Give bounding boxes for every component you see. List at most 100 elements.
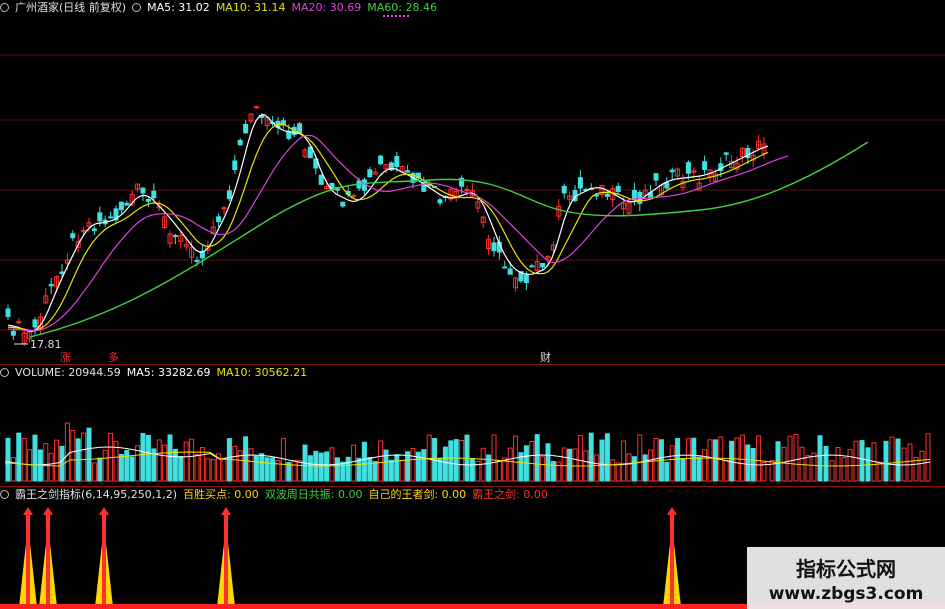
candle-body <box>340 201 346 207</box>
indicator-f2: 双波周日共振: 0.00 <box>264 488 363 501</box>
low-price-label: 17.81 <box>30 338 62 351</box>
vol-ma10-value: MA10: 30562.21 <box>216 366 308 379</box>
price-info-bar: 广州酒家(日线 前复权) MA5: 31.02 MA10: 31.14 MA20: 3… <box>0 1 443 15</box>
volume-bar <box>594 454 600 482</box>
candle-body <box>464 188 470 191</box>
volume-bar <box>372 461 378 482</box>
candle-body <box>561 185 567 194</box>
volume-bar <box>172 448 178 482</box>
ma10-line <box>7 123 769 332</box>
volume-bar <box>410 447 416 482</box>
volume-bar <box>129 456 135 482</box>
candle-body <box>405 170 411 173</box>
volume-bar <box>453 439 459 482</box>
volume-bar <box>102 449 108 482</box>
signal-bar <box>102 513 106 607</box>
candle-body <box>172 235 178 238</box>
volume-bar <box>712 439 718 482</box>
volume-bar <box>648 449 654 482</box>
volume-bar <box>604 433 610 482</box>
volume-bar <box>469 458 475 482</box>
indicator-info-bar: 霸王之剑指标(6,14,95,250,1,2) 百胜买点: 0.00 双波周日共振:… <box>0 488 554 502</box>
ma10-value: MA10: 31.14 <box>215 1 286 14</box>
volume-bar <box>32 434 38 482</box>
volume-bar <box>577 435 583 482</box>
volume-bar <box>529 440 535 482</box>
vol-ma5-value: MA5: 33282.69 <box>126 366 211 379</box>
volume-bar <box>775 441 781 482</box>
volume-bar <box>696 456 702 482</box>
volume-bar <box>877 461 883 482</box>
site-watermark: 指标公式网 www.zbgs3.com <box>747 547 945 609</box>
volume-bar <box>637 434 643 482</box>
volume-bar <box>817 435 823 482</box>
dot-marker <box>383 15 385 17</box>
volume-bar <box>264 457 270 482</box>
volume-bar <box>459 439 465 482</box>
volume-bar <box>54 439 60 482</box>
watermark-title: 指标公式网 <box>796 557 896 581</box>
ma5-line <box>7 113 769 333</box>
candle-body <box>523 274 529 284</box>
volume-bar <box>162 444 168 482</box>
volume-bar <box>540 456 546 482</box>
candle-body <box>140 187 146 194</box>
candle-body <box>577 177 583 189</box>
settings-icon[interactable] <box>0 490 9 499</box>
volume-bar <box>534 434 540 482</box>
candle-body <box>226 190 232 200</box>
dot-marker <box>391 15 393 17</box>
volume-bar <box>205 458 211 482</box>
volume-bar <box>781 446 787 482</box>
dot-marker <box>403 15 405 17</box>
volume-bar <box>91 462 97 482</box>
volume-bar <box>442 446 448 482</box>
signal-bar <box>224 513 228 607</box>
price-chart: 17.81涨 多 财 <box>0 15 945 364</box>
volume-bar <box>895 438 901 482</box>
candle-body <box>70 233 76 239</box>
candle-body <box>5 308 11 317</box>
volume-bar <box>919 450 925 482</box>
volume-bar <box>925 433 931 482</box>
signal-arrow <box>43 507 53 515</box>
volume-bar <box>324 451 330 482</box>
watermark-url: www.zbgs3.com <box>768 584 924 604</box>
volume-bar <box>64 422 70 482</box>
candle-body <box>723 152 729 155</box>
settings-icon[interactable] <box>0 368 9 377</box>
settings-icon[interactable] <box>0 3 9 12</box>
volume-bar <box>829 460 835 482</box>
volume-bar <box>307 455 313 482</box>
signal-bar <box>670 513 674 607</box>
volume-bar <box>572 448 578 482</box>
volume-bar <box>156 439 162 482</box>
volume-bar <box>853 440 859 482</box>
dot-marker <box>399 15 401 17</box>
volume-bar <box>259 453 265 482</box>
volume-bar <box>394 454 400 482</box>
volume-bar <box>889 436 895 482</box>
volume-bar <box>345 456 351 482</box>
signal-bar <box>26 513 30 607</box>
indicator-title: 霸王之剑指标(6,14,95,250,1,2) <box>15 488 178 501</box>
volume-value: VOLUME: 20944.59 <box>15 366 121 379</box>
volume-bar <box>232 445 238 482</box>
ma60-value: MA60: 28.46 <box>367 1 437 14</box>
volume-bar <box>167 434 173 482</box>
volume-bar <box>43 443 49 482</box>
candle-body <box>540 262 546 268</box>
dot-marker <box>407 15 409 17</box>
settings-icon[interactable] <box>132 3 142 12</box>
volume-bar <box>97 457 103 482</box>
volume-bar <box>823 446 829 482</box>
event-marker: 财 <box>540 350 551 364</box>
volume-bar <box>739 434 745 482</box>
candle-body <box>91 228 97 232</box>
candle-body <box>669 169 675 173</box>
volume-bar <box>669 445 675 482</box>
volume-bar <box>297 460 303 482</box>
volume-bar <box>70 429 76 482</box>
volume-bar <box>334 457 340 482</box>
volume-bar <box>805 454 811 482</box>
